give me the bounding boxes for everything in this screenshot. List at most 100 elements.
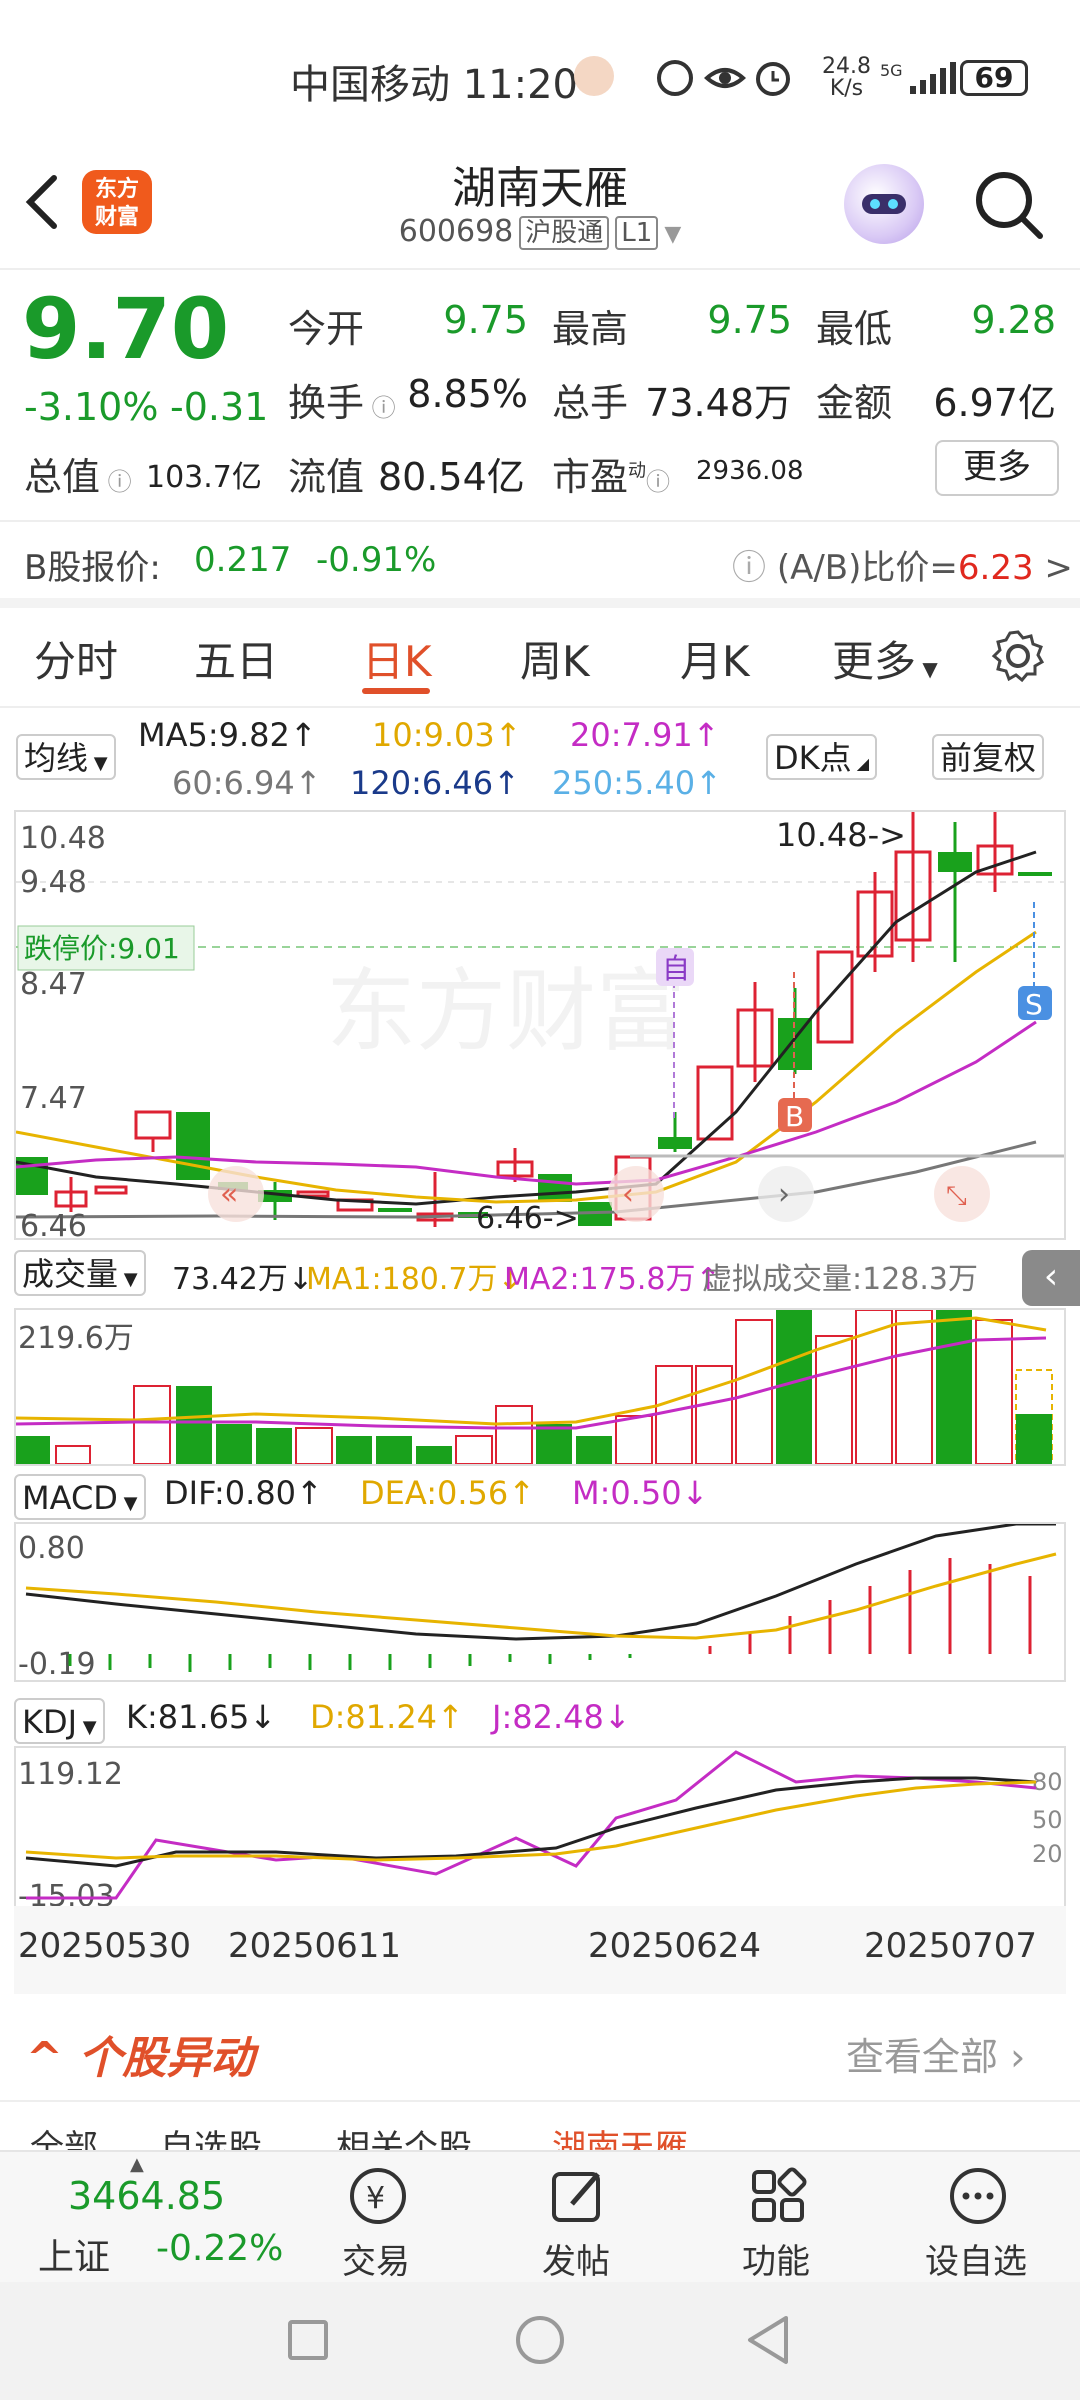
kdj-chart[interactable]: 119.12 -15.03 80 50 20 (14, 1746, 1066, 1912)
adjust-selector[interactable]: 前复权 (932, 734, 1045, 780)
search-icon[interactable] (972, 168, 1046, 242)
bshare-change: -0.91% (316, 540, 437, 580)
collapse-left-icon: « (220, 1177, 238, 1212)
macd-selector[interactable]: MACD ▼ (14, 1474, 146, 1520)
kdj-level-50: 50 (1032, 1806, 1063, 1834)
volume-axis-label: 219.6万 (18, 1321, 134, 1356)
volume-ma1: MA1:180.7万↓ (306, 1262, 523, 1297)
volume-selector[interactable]: 成交量 ▼ (14, 1250, 146, 1296)
min-price-marker: 6.46-> (476, 1201, 579, 1236)
current-price: 9.70 (22, 280, 230, 378)
ab-ratio[interactable]: ⓘ (A/B)比价=6.23 > (732, 540, 1073, 589)
net-speed: 24.8 K/s (822, 54, 871, 101)
stock-header: 东方 财富 湖南天雁 600698 沪股通 L1 ▼ (0, 150, 1080, 270)
system-nav-bar (0, 2282, 1080, 2400)
macd-dif-line (25, 1524, 1056, 1641)
date-label: 20250707 (864, 1926, 1038, 1966)
y-label-mid2: 8.47 (20, 967, 87, 1002)
kdj-d: D:81.24↑ (310, 1698, 464, 1736)
limit-down-label: 跌停价:9.01 (24, 932, 180, 965)
kdj-k: K:81.65↓ (126, 1698, 277, 1736)
sell-marker: S (1025, 988, 1043, 1021)
macd-dif: DIF:0.80↑ (164, 1474, 323, 1512)
pe-value: 2936.08 (696, 456, 804, 486)
volume-chart[interactable]: 219.6万 (14, 1308, 1066, 1466)
kdj-j-line (26, 1750, 1037, 1900)
kdj-selector[interactable]: KDJ ▼ (14, 1698, 105, 1744)
macd-axis-bottom: -0.19 (18, 1647, 96, 1680)
tab-daily-k[interactable]: 日K (362, 628, 432, 689)
index-value: 3464.85 (68, 2174, 226, 2218)
tab-weekly-k[interactable]: 周K (520, 628, 590, 689)
change-value: -0.31 (170, 385, 269, 429)
back-nav-icon[interactable] (744, 2314, 792, 2366)
turnover-label: 换手 ⓘ (288, 381, 396, 425)
svg-text:5G: 5G (880, 61, 903, 80)
movement-title[interactable]: ^ 个股异动 (26, 2022, 254, 2086)
settings-gear-icon[interactable] (990, 628, 1046, 684)
bshare-price: 0.217 (194, 540, 292, 580)
carrier-time: 中国移动 11:20 (290, 62, 578, 108)
view-all-link[interactable]: 查看全部 › (846, 2026, 1025, 2081)
tab-intraday[interactable]: 分时 (34, 628, 118, 689)
chevron-up-icon: ^ (26, 2033, 63, 2084)
active-tab-indicator (362, 688, 430, 694)
low-value: 9.28 (971, 298, 1056, 342)
date-label: 20250530 (18, 1926, 192, 1966)
battery-icon: 69 (960, 60, 1028, 96)
index-change: -0.22% (156, 2228, 284, 2269)
y-label-top: 10.48 (20, 821, 106, 856)
y-label-mid3: 7.47 (20, 1081, 87, 1116)
total-value-label: 总值 ⓘ (24, 455, 132, 499)
kline-chart[interactable]: 东方财富 10.48 9.48 8.47 7.47 6.46 跌停价:9.01 … (14, 810, 1066, 1240)
kdj-j: J:82.48↓ (492, 1698, 631, 1736)
volume-value: 73.48万 (645, 381, 792, 425)
edit-icon (552, 2172, 600, 2222)
more-quote-button[interactable]: 更多 (935, 440, 1059, 496)
user-avatar-icon (574, 56, 614, 96)
macd-m: M:0.50↓ (572, 1474, 709, 1512)
date-label: 20250624 (588, 1926, 762, 1966)
bshare-label: B股报价: (24, 548, 161, 588)
macd-histogram-negative (68, 1654, 632, 1672)
recent-apps-icon[interactable] (288, 2320, 328, 2360)
y-label-mid1: 9.48 (20, 865, 87, 900)
volume-ma2: MA2:175.8万↑ (504, 1262, 721, 1297)
bottom-nav: ▲ 3464.85 上证 -0.22% ¥ 交易 发帖 功能 设自选 (0, 2150, 1080, 2282)
buy-marker: B (785, 1100, 804, 1133)
change-pct: -3.10% (24, 385, 159, 429)
ma20-value: 20:7.91↑ (570, 716, 720, 754)
tab-monthly-k[interactable]: 月K (680, 628, 750, 689)
macd-chart[interactable]: 0.80 -0.19 (14, 1522, 1066, 1682)
tab-more[interactable]: 更多 ▼ (832, 628, 938, 689)
turnover-value: 8.85% (407, 372, 528, 416)
kdj-level-20: 20 (1032, 1840, 1063, 1868)
help-icon: ⓘ (732, 548, 777, 588)
ma250-value: 250:5.40↑ (552, 764, 722, 802)
index-widget[interactable]: ▲ 3464.85 上证 -0.22% (0, 2152, 284, 2282)
index-name: 上证 (38, 2237, 111, 2278)
high-label: 最高 (552, 307, 629, 351)
caret-up-icon: ▲ (130, 2154, 144, 2175)
tab-five-day[interactable]: 五日 (194, 628, 278, 689)
robot-assistant-icon[interactable] (844, 164, 924, 244)
high-value: 9.75 (707, 298, 792, 342)
watermark: 东方财富 (326, 959, 686, 1064)
dk-point-selector[interactable]: DK点 ◢ (766, 734, 878, 780)
expand-icon: ⤡ (946, 1181, 967, 1211)
pe-label: 市盈动ⓘ (552, 455, 671, 499)
ma-selector[interactable]: 均线 ▼ (16, 734, 116, 780)
ma10-value: 10:9.03↑ (372, 716, 522, 754)
open-value: 9.75 (443, 298, 528, 342)
y-label-bottom: 6.46 (20, 1209, 87, 1238)
float-value: 80.54亿 (378, 455, 525, 499)
virtual-volume: 虚拟成交量:128.3万 (702, 1262, 978, 1297)
home-icon[interactable] (516, 2316, 564, 2364)
side-panel-toggle-icon[interactable]: ‹ (1022, 1250, 1080, 1306)
signal-icon: 5G (880, 61, 956, 94)
self-select-marker: 自 (662, 952, 690, 985)
total-value: 103.7亿 (146, 460, 262, 495)
date-axis: 20250530 20250611 20250624 20250707 (14, 1906, 1066, 1994)
max-price-marker: 10.48-> (776, 816, 906, 854)
macd-axis-top: 0.80 (18, 1531, 85, 1566)
